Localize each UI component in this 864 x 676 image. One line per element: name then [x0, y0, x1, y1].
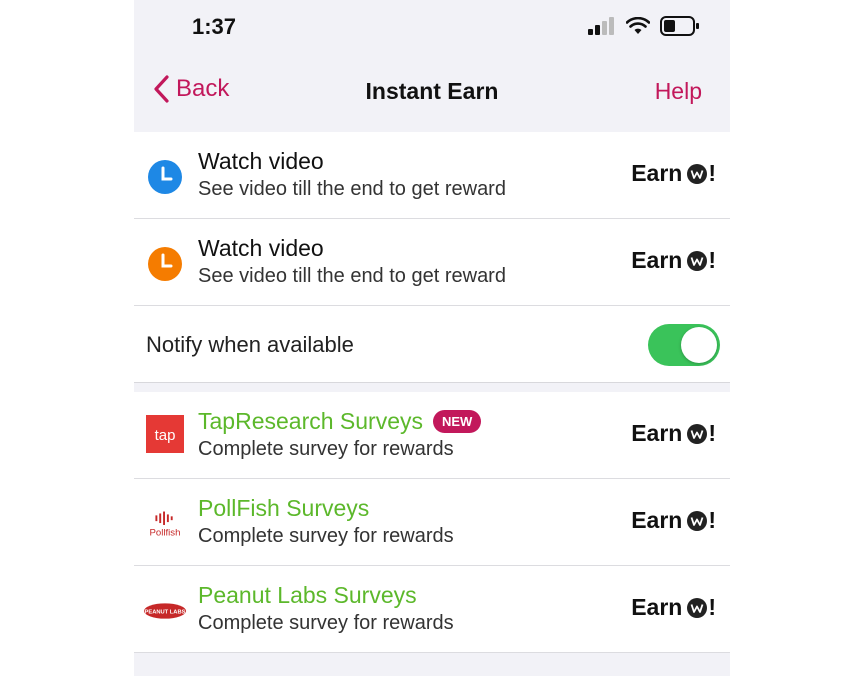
survey-row-tapresearch[interactable]: tap TapResearch Surveys NEW Complete surv…	[134, 392, 730, 479]
peanutlabs-logo: PEANUT LABS	[143, 603, 187, 619]
video-row-1[interactable]: Watch video See video till the end to ge…	[134, 132, 730, 219]
tapresearch-logo: tap	[146, 415, 184, 453]
new-badge: NEW	[433, 410, 482, 433]
status-time: 1:37	[192, 14, 237, 39]
phone-screen: 1:37 Back Instant Earn Help Watch video …	[134, 0, 730, 676]
coin-icon	[687, 510, 708, 531]
clock-icon	[148, 160, 182, 194]
earn-button[interactable]: Earn !	[631, 507, 716, 534]
exclamation-icon: !	[708, 247, 716, 273]
exclamation-icon: !	[708, 594, 716, 620]
pollfish-logo: Pollfish	[150, 511, 181, 539]
video-row-2[interactable]: Watch video See video till the end to ge…	[134, 219, 730, 306]
exclamation-icon: !	[708, 160, 716, 186]
earn-label: Earn	[631, 420, 683, 446]
survey-title-text: TapResearch Surveys	[198, 408, 423, 434]
top-bar: 1:37 Back Instant Earn Help	[134, 0, 730, 125]
survey-title: PollFish Surveys	[198, 495, 370, 521]
video-title: Watch video	[198, 235, 324, 261]
earn-button[interactable]: Earn !	[631, 594, 716, 621]
earn-label: Earn	[631, 594, 683, 620]
survey-subtitle: Complete survey for rewards	[198, 612, 454, 634]
earn-button[interactable]: Earn !	[631, 420, 716, 447]
earn-label: Earn	[631, 247, 683, 273]
toggle-knob	[681, 327, 717, 363]
exclamation-icon: !	[708, 507, 716, 533]
coin-icon	[687, 250, 708, 271]
notify-toggle[interactable]	[648, 324, 720, 366]
wifi-icon	[626, 17, 650, 34]
notify-row: Notify when available	[134, 306, 730, 382]
earn-button[interactable]: Earn !	[631, 247, 716, 274]
survey-row-pollfish[interactable]: Pollfish PollFish Surveys Complete surve…	[134, 479, 730, 566]
video-title: Watch video	[198, 148, 324, 174]
survey-subtitle: Complete survey for rewards	[198, 525, 454, 547]
svg-text:tap: tap	[155, 427, 176, 444]
coin-icon	[687, 597, 708, 618]
video-subtitle: See video till the end to get reward	[198, 178, 506, 200]
svg-text:PEANUT LABS: PEANUT LABS	[145, 609, 186, 615]
survey-title: Peanut Labs Surveys	[198, 582, 417, 608]
svg-text:Pollfish: Pollfish	[150, 528, 181, 539]
bottom-gap	[134, 653, 730, 676]
signal-icon	[588, 17, 614, 35]
survey-subtitle: Complete survey for rewards	[198, 438, 454, 460]
survey-title: TapResearch Surveys NEW	[198, 408, 482, 435]
notify-label: Notify when available	[146, 332, 354, 357]
page-title: Instant Earn	[365, 78, 499, 104]
clock-icon	[148, 247, 182, 281]
exclamation-icon: !	[708, 420, 716, 446]
earn-label: Earn	[631, 507, 683, 533]
video-subtitle: See video till the end to get reward	[198, 265, 506, 287]
earn-label: Earn	[631, 160, 683, 186]
coin-icon	[687, 423, 708, 444]
coin-icon	[687, 163, 708, 184]
survey-row-peanutlabs[interactable]: PEANUT LABS Peanut Labs Surveys Complete…	[134, 566, 730, 653]
status-icons	[588, 16, 700, 36]
help-button[interactable]: Help	[655, 78, 702, 105]
battery-icon	[660, 16, 699, 36]
earn-button[interactable]: Earn !	[631, 160, 716, 187]
